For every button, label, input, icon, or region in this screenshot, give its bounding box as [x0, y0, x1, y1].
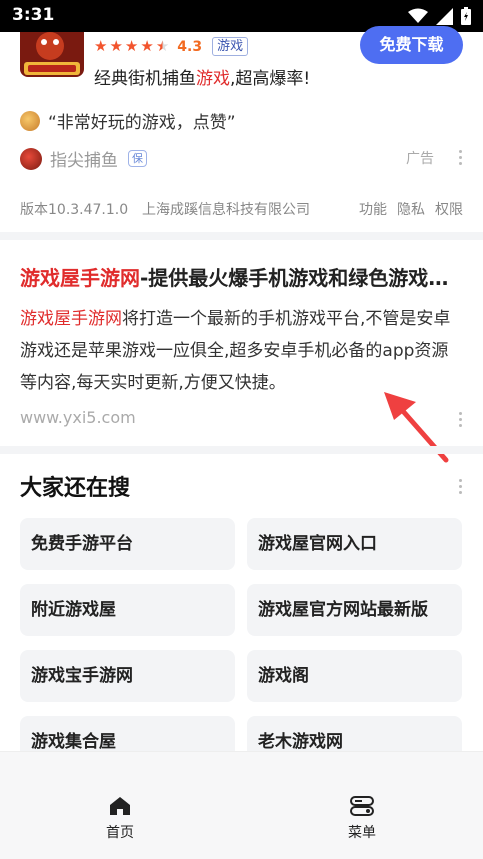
related-searches: 大家还在搜 免费手游平台 游戏屋官网入口 附近游戏屋 游戏屋官方网站最新版 游戏… — [0, 454, 483, 768]
related-chip[interactable]: 游戏阁 — [247, 650, 462, 702]
app-rating: ★ ★ ★ ★ ★ 4.3 游戏 — [94, 37, 249, 56]
result-url: www.yxi5.com — [20, 408, 136, 427]
nav-home-label: 首页 — [106, 825, 134, 841]
star-icon: ★ — [140, 37, 154, 55]
link-privacy[interactable]: 隐私 — [397, 199, 425, 219]
avatar — [20, 110, 40, 131]
related-chip[interactable]: 免费手游平台 — [20, 518, 235, 570]
star-icon: ★ — [124, 37, 139, 55]
section-divider — [0, 446, 483, 454]
home-icon — [110, 797, 130, 815]
section-divider — [0, 232, 483, 240]
result-title[interactable]: 游戏屋手游网-提供最火爆手机游戏和绿色游戏下载 — [20, 262, 460, 291]
app-version: 版本10.3.47.1.0 — [20, 202, 129, 218]
more-options-icon[interactable] — [457, 412, 463, 427]
nav-menu-label: 菜单 — [348, 825, 376, 841]
app-links: 功能 隐私 权限 — [359, 199, 463, 219]
source-app-icon — [20, 147, 42, 170]
source-name: 指尖捕鱼 — [50, 151, 118, 171]
more-options-icon[interactable] — [457, 150, 463, 165]
related-chip[interactable]: 游戏宝手游网 — [20, 650, 235, 702]
result-snippet: 游戏屋手游网将打造一个最新的手机游戏平台,不管是安卓游戏还是苹果游戏一应俱全,超… — [20, 309, 451, 393]
guarantee-badge: 保 — [128, 150, 147, 167]
nav-menu[interactable]: 菜单 — [322, 796, 402, 842]
wifi-icon — [408, 8, 428, 23]
battery-icon — [461, 7, 471, 25]
related-chip[interactable]: 附近游戏屋 — [20, 584, 235, 636]
nav-home[interactable]: 首页 — [80, 796, 160, 842]
status-time: 3:31 — [12, 5, 55, 25]
signal-icon — [436, 7, 453, 25]
more-options-icon[interactable] — [457, 479, 463, 494]
ad-source[interactable]: 指尖捕鱼 保 — [20, 146, 147, 171]
related-title: 大家还在搜 — [20, 476, 131, 501]
download-button[interactable]: 免费下载 — [360, 26, 463, 64]
ad-label: 广告 — [406, 151, 434, 167]
menu-icon — [350, 796, 374, 816]
star-icon: ★ — [109, 37, 123, 55]
ad-description: 经典街机捕鱼游戏,超高爆率! — [94, 69, 311, 89]
status-icons — [408, 7, 471, 25]
quote-text: “非常好玩的游戏，点赞” — [48, 113, 236, 133]
star-icon: ★ — [94, 37, 108, 55]
category-tag: 游戏 — [212, 37, 249, 56]
related-chip[interactable]: 游戏屋官网入口 — [247, 518, 462, 570]
half-star-icon: ★ — [155, 37, 170, 55]
rating-value: 4.3 — [177, 38, 203, 55]
link-features[interactable]: 功能 — [359, 199, 387, 219]
app-icon[interactable] — [20, 32, 84, 77]
developer-name: 上海成蹊信息科技有限公司 — [142, 202, 310, 218]
link-permissions[interactable]: 权限 — [435, 199, 463, 219]
user-quote: “非常好玩的游戏，点赞” — [20, 108, 236, 133]
related-chip[interactable]: 游戏屋官方网站最新版 — [247, 584, 462, 636]
bottom-nav: 首页 菜单 — [0, 751, 483, 859]
